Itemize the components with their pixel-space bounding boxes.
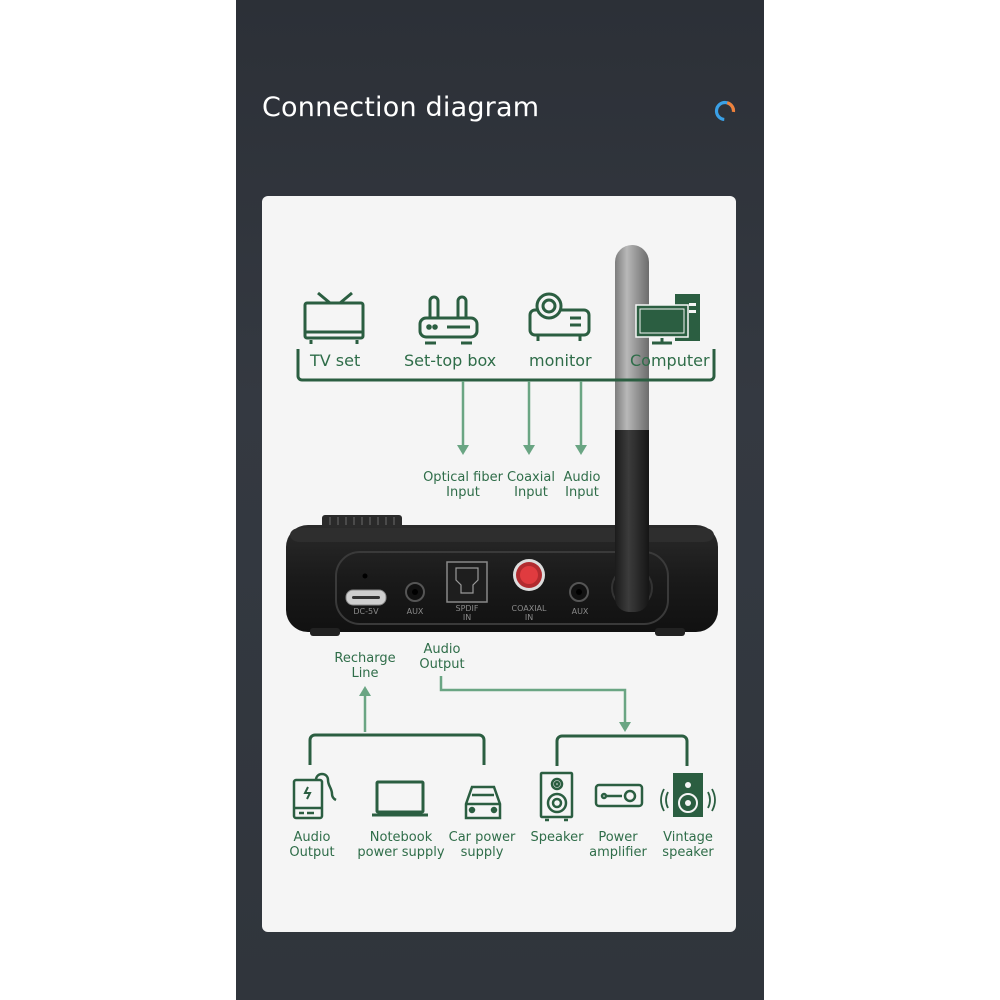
port-coaxial-in-label: COAXIAL IN: [511, 604, 547, 622]
speaker-icon: [539, 771, 574, 822]
power-bank-label: Audio Output: [289, 830, 335, 860]
power-amplifier-label: Power amplifier: [589, 830, 647, 860]
computer-label: Computer: [630, 351, 710, 370]
input-arrows: [457, 381, 587, 455]
output-arrows: [359, 676, 631, 732]
port-aux-2-label: AUX: [571, 607, 589, 616]
audio-output-connection-label: Audio Output: [419, 642, 465, 672]
tv-icon: [303, 291, 365, 344]
vintage-speaker-label: Vintage speaker: [662, 830, 714, 860]
projector-icon: [528, 292, 591, 341]
laptop-icon: [372, 780, 428, 817]
router-icon: [418, 295, 479, 345]
coaxial-input-label: Coaxial Input: [507, 470, 555, 500]
power-bracket: [308, 733, 486, 765]
speaker-label: Speaker: [530, 830, 584, 845]
car-icon: [464, 785, 502, 820]
power-bank-icon: [292, 772, 337, 820]
recharge-line-label: Recharge Line: [334, 651, 396, 681]
port-spdif-in-label: SPDIF IN: [455, 604, 479, 622]
tv-set-label: TV set: [310, 351, 361, 370]
car-power-supply-label: Car power supply: [448, 830, 516, 860]
vintage-speaker-icon: [660, 773, 716, 817]
notebook-power-supply-label: Notebook power supply: [357, 830, 445, 860]
port-dc-5v-label: DC-5V: [353, 607, 379, 616]
port-aux-1-label: AUX: [406, 607, 424, 616]
optical-fiber-input-label: Optical fiber Input: [423, 470, 503, 500]
set-top-box-label: Set-top box: [404, 351, 497, 370]
audio-input-label: Audio Input: [563, 470, 601, 500]
output-bracket: [555, 734, 689, 766]
amplifier-icon: [594, 783, 644, 808]
monitor-label: monitor: [529, 351, 592, 370]
